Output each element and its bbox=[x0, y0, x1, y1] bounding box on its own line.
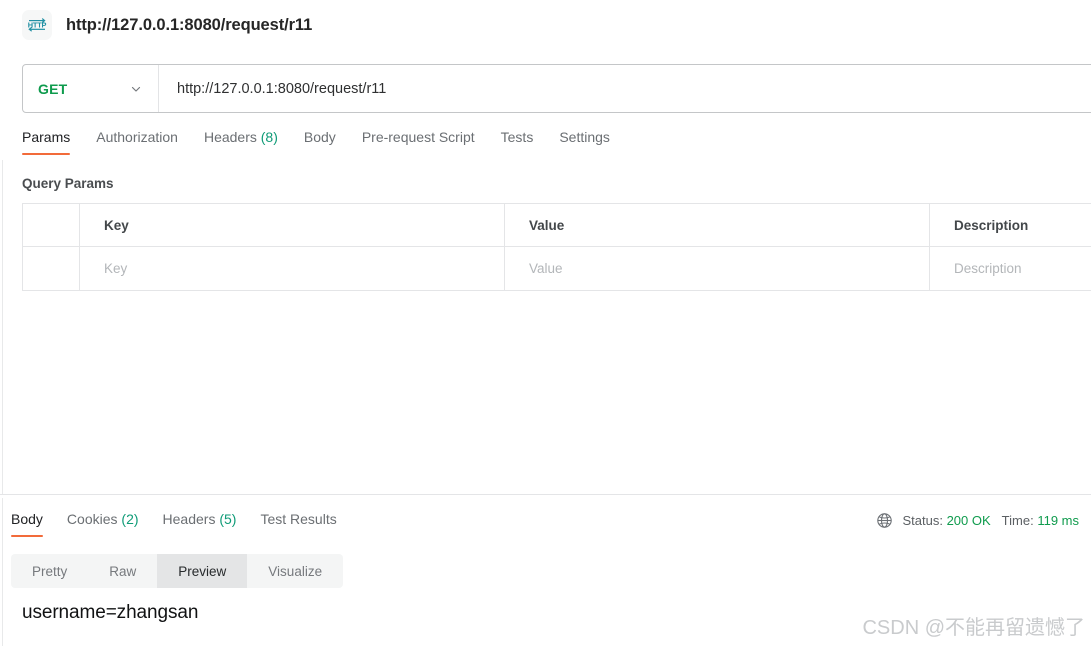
request-tab-tests[interactable]: Tests bbox=[488, 128, 547, 155]
http-protocol-icon: HTTP bbox=[22, 10, 52, 40]
left-edge-rail-lower bbox=[2, 498, 3, 646]
left-edge-rail-upper bbox=[2, 160, 3, 494]
row-description-input[interactable]: Description bbox=[930, 247, 1091, 290]
query-params-title: Query Params bbox=[22, 176, 114, 191]
response-tab-cookies-label: Cookies bbox=[66, 511, 118, 527]
request-tab-headers[interactable]: Headers (8) bbox=[191, 128, 291, 155]
request-tab-authorization-label: Authorization bbox=[96, 129, 178, 145]
request-tab-pre-request-script[interactable]: Pre-request Script bbox=[349, 128, 488, 155]
viewer-mode-pretty[interactable]: Pretty bbox=[11, 554, 88, 588]
header-cell-value: Value bbox=[505, 204, 930, 246]
status-label: Status: bbox=[902, 513, 943, 528]
header-cell-key: Key bbox=[80, 204, 505, 246]
response-tab-body-label: Body bbox=[11, 511, 43, 527]
time-badge: Time: 119 ms bbox=[1002, 513, 1079, 528]
request-tab-params[interactable]: Params bbox=[22, 128, 83, 155]
response-tab-cookies[interactable]: Cookies (2) bbox=[55, 510, 151, 537]
request-tab-params-label: Params bbox=[22, 129, 71, 145]
response-status-strip: Status: 200 OK Time: 119 ms bbox=[876, 512, 1081, 529]
chevron-down-icon bbox=[131, 86, 141, 92]
postman-request-window: HTTP http://127.0.0.1:8080/request/r11 G… bbox=[0, 0, 1091, 646]
response-tab-headers-count: (5) bbox=[219, 511, 237, 527]
request-tab-tests-label: Tests bbox=[500, 129, 534, 145]
response-tab-bar: Body Cookies (2) Headers (5) Test Result… bbox=[11, 510, 349, 540]
request-tab-settings[interactable]: Settings bbox=[546, 128, 623, 155]
row-value-input[interactable]: Value bbox=[505, 247, 930, 290]
method-select[interactable]: GET bbox=[23, 65, 159, 112]
viewer-mode-preview[interactable]: Preview bbox=[157, 554, 248, 588]
request-title: http://127.0.0.1:8080/request/r11 bbox=[66, 15, 313, 34]
request-url-bar: GET bbox=[22, 64, 1091, 113]
response-viewer-mode-group: Pretty Raw Preview Visualize bbox=[11, 554, 344, 588]
request-tab-settings-label: Settings bbox=[559, 129, 610, 145]
status-badge: Status: 200 OK bbox=[902, 513, 990, 528]
time-label: Time: bbox=[1001, 513, 1034, 528]
request-tab-body-label: Body bbox=[303, 129, 336, 145]
request-tab-headers-label: Headers bbox=[203, 129, 257, 145]
csdn-watermark: CSDN @不能再留遗憾了 bbox=[862, 617, 1085, 639]
response-tab-cookies-count: (2) bbox=[121, 511, 139, 527]
response-pane-divider[interactable] bbox=[0, 494, 1091, 495]
title-bar: HTTP http://127.0.0.1:8080/request/r11 bbox=[0, 0, 1091, 50]
header-cell-checkbox bbox=[23, 204, 80, 246]
request-tab-bar: Params Authorization Headers (8) Body Pr… bbox=[22, 128, 623, 160]
header-cell-description: Description bbox=[954, 217, 1029, 233]
table-row[interactable]: Key Value Description bbox=[23, 247, 1091, 290]
method-label: GET bbox=[38, 80, 68, 97]
response-tab-headers-label: Headers bbox=[162, 511, 216, 527]
viewer-mode-visualize[interactable]: Visualize bbox=[247, 554, 343, 588]
request-tab-pre-request-script-label: Pre-request Script bbox=[361, 129, 475, 145]
response-tab-body[interactable]: Body bbox=[11, 510, 55, 537]
time-value: 119 ms bbox=[1037, 513, 1079, 528]
status-value: 200 OK bbox=[946, 513, 991, 528]
row-checkbox-cell[interactable] bbox=[23, 247, 80, 290]
response-body-text: username=zhangsan bbox=[22, 602, 199, 623]
query-params-table: Key Value Description Key Value Descript… bbox=[22, 203, 1091, 291]
viewer-mode-raw[interactable]: Raw bbox=[88, 554, 157, 588]
request-tab-headers-count: (8) bbox=[260, 129, 278, 145]
svg-text:HTTP: HTTP bbox=[28, 20, 47, 29]
request-tab-authorization[interactable]: Authorization bbox=[83, 128, 191, 155]
globe-icon bbox=[877, 513, 893, 528]
response-tab-test-results-label: Test Results bbox=[260, 511, 337, 527]
url-input[interactable] bbox=[159, 65, 1091, 112]
request-tab-body[interactable]: Body bbox=[291, 128, 349, 155]
response-tab-test-results[interactable]: Test Results bbox=[248, 510, 348, 537]
table-header-row: Key Value Description bbox=[23, 204, 1091, 247]
response-tab-headers[interactable]: Headers (5) bbox=[151, 510, 249, 537]
row-key-input[interactable]: Key bbox=[80, 247, 505, 290]
